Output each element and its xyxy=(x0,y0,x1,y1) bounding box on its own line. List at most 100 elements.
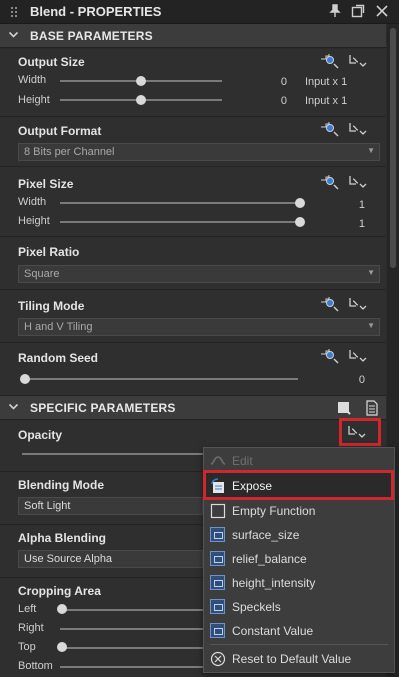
width-slider-track[interactable] xyxy=(60,202,300,204)
param-label: Tiling Mode xyxy=(18,299,85,313)
right-slider-track[interactable] xyxy=(60,628,204,630)
param-output-format: Output Format 8 Bits per Channel ▼ xyxy=(0,117,386,167)
height-slider-handle[interactable] xyxy=(136,95,146,105)
reset-icon xyxy=(210,651,226,667)
menu-item-height-intensity[interactable]: height_intensity xyxy=(204,571,394,595)
left-slider-handle[interactable] xyxy=(57,604,67,614)
height-label: Height xyxy=(18,215,50,227)
param-tiling-mode: Tiling Mode H and V Tiling ▼ xyxy=(0,290,386,343)
preset-icon[interactable] xyxy=(337,400,353,419)
seed-slider-track[interactable] xyxy=(22,378,298,380)
preset-list-icon[interactable] xyxy=(364,400,380,419)
param-label: Output Format xyxy=(18,124,102,138)
right-label: Right xyxy=(18,622,44,634)
dropdown-arrow-icon: ▼ xyxy=(367,321,375,330)
dropdown-arrow-icon: ▼ xyxy=(367,268,375,277)
scrollbar-thumb[interactable] xyxy=(390,28,396,268)
function-graph-icon[interactable] xyxy=(348,348,368,364)
drag-grip-icon[interactable] xyxy=(10,6,18,18)
menu-item-relief-balance[interactable]: relief_balance xyxy=(204,547,394,571)
graph-icon xyxy=(210,623,226,639)
empty-box-icon xyxy=(210,503,226,519)
menu-item-label: Constant Value xyxy=(232,624,314,638)
dropdown-value: 8 Bits per Channel xyxy=(24,146,115,158)
alpha-blending-dropdown[interactable]: Use Source Alpha xyxy=(18,550,203,568)
left-label: Left xyxy=(18,603,37,615)
graph-icon xyxy=(210,551,226,567)
width-label: Width xyxy=(18,74,47,86)
function-graph-icon[interactable] xyxy=(348,53,368,69)
function-curve-icon xyxy=(210,453,226,469)
height-slider-track[interactable] xyxy=(60,221,300,223)
output-format-dropdown[interactable]: 8 Bits per Channel ▼ xyxy=(18,143,380,161)
function-graph-icon[interactable] xyxy=(348,174,368,190)
graph-icon xyxy=(210,575,226,591)
menu-item-label: Edit xyxy=(232,454,253,468)
width-slider-handle[interactable] xyxy=(295,198,305,208)
param-label: Random Seed xyxy=(18,351,99,365)
menu-item-speckels[interactable]: Speckels xyxy=(204,595,394,619)
expose-parameter-icon[interactable] xyxy=(320,53,340,69)
function-graph-icon[interactable] xyxy=(348,121,368,137)
param-random-seed: Random Seed 0 xyxy=(0,343,386,396)
highlight-box xyxy=(339,418,381,446)
menu-item-constant-value[interactable]: Constant Value xyxy=(204,619,394,643)
dropdown-value: H and V Tiling xyxy=(24,321,93,333)
pin-icon[interactable] xyxy=(327,4,343,20)
expose-parameter-icon[interactable] xyxy=(320,296,340,312)
height-value[interactable]: 0 xyxy=(247,95,287,107)
height-value[interactable]: 1 xyxy=(325,218,365,230)
param-label: Pixel Ratio xyxy=(18,245,80,259)
menu-item-surface-size[interactable]: surface_size xyxy=(204,523,394,547)
menu-item-label: Speckels xyxy=(232,600,281,614)
param-label: Opacity xyxy=(18,428,63,442)
top-slider-handle[interactable] xyxy=(57,642,67,652)
param-output-size: Output Size Width 0 Input x 1 Height 0 I… xyxy=(0,49,386,117)
section-specific-parameters[interactable]: SPECIFIC PARAMETERS xyxy=(0,396,386,420)
param-pixel-ratio: Pixel Ratio Square ▼ xyxy=(0,237,386,290)
param-label: Pixel Size xyxy=(18,177,74,191)
section-label: SPECIFIC PARAMETERS xyxy=(30,401,176,415)
menu-item-reset-default[interactable]: Reset to Default Value xyxy=(204,647,394,671)
menu-item-label: height_intensity xyxy=(232,576,316,590)
opacity-slider-track[interactable] xyxy=(22,453,204,455)
top-slider-track[interactable] xyxy=(60,647,204,649)
height-slider-handle[interactable] xyxy=(295,217,305,227)
width-label: Width xyxy=(18,196,47,208)
top-label: Top xyxy=(18,641,36,653)
close-icon[interactable] xyxy=(374,4,390,20)
menu-item-label: relief_balance xyxy=(232,552,307,566)
chevron-down-icon xyxy=(8,29,19,43)
expose-parameter-icon[interactable] xyxy=(320,174,340,190)
dropdown-value: Use Source Alpha xyxy=(24,553,113,565)
param-label: Output Size xyxy=(18,55,85,69)
height-relative[interactable]: Input x 1 xyxy=(305,95,347,107)
tiling-mode-dropdown[interactable]: H and V Tiling ▼ xyxy=(18,318,380,336)
function-graph-icon[interactable] xyxy=(348,296,368,312)
height-label: Height xyxy=(18,94,50,106)
highlight-box xyxy=(203,470,394,500)
width-value[interactable]: 1 xyxy=(325,199,365,211)
width-value[interactable]: 0 xyxy=(247,76,287,88)
graph-icon xyxy=(210,527,226,543)
param-label: Cropping Area xyxy=(18,584,101,598)
float-window-icon[interactable] xyxy=(350,4,366,20)
menu-item-empty-function[interactable]: Empty Function xyxy=(204,499,394,523)
window-title: Blend - PROPERTIES xyxy=(30,4,162,19)
dropdown-arrow-icon: ▼ xyxy=(367,146,375,155)
title-bar: Blend - PROPERTIES xyxy=(0,0,399,24)
width-relative[interactable]: Input x 1 xyxy=(305,76,347,88)
section-base-parameters[interactable]: BASE PARAMETERS xyxy=(0,24,386,48)
pixel-ratio-dropdown[interactable]: Square ▼ xyxy=(18,265,380,283)
left-slider-track[interactable] xyxy=(60,609,204,611)
width-slider-handle[interactable] xyxy=(136,76,146,86)
menu-separator xyxy=(210,644,388,645)
seed-value[interactable]: 0 xyxy=(325,374,365,386)
expose-parameter-icon[interactable] xyxy=(320,121,340,137)
seed-slider-handle[interactable] xyxy=(20,374,30,384)
blending-mode-dropdown[interactable]: Soft Light xyxy=(18,497,203,515)
expose-parameter-icon[interactable] xyxy=(320,348,340,364)
dropdown-value: Square xyxy=(24,268,60,280)
param-label: Blending Mode xyxy=(18,478,104,492)
chevron-down-icon xyxy=(8,401,19,415)
